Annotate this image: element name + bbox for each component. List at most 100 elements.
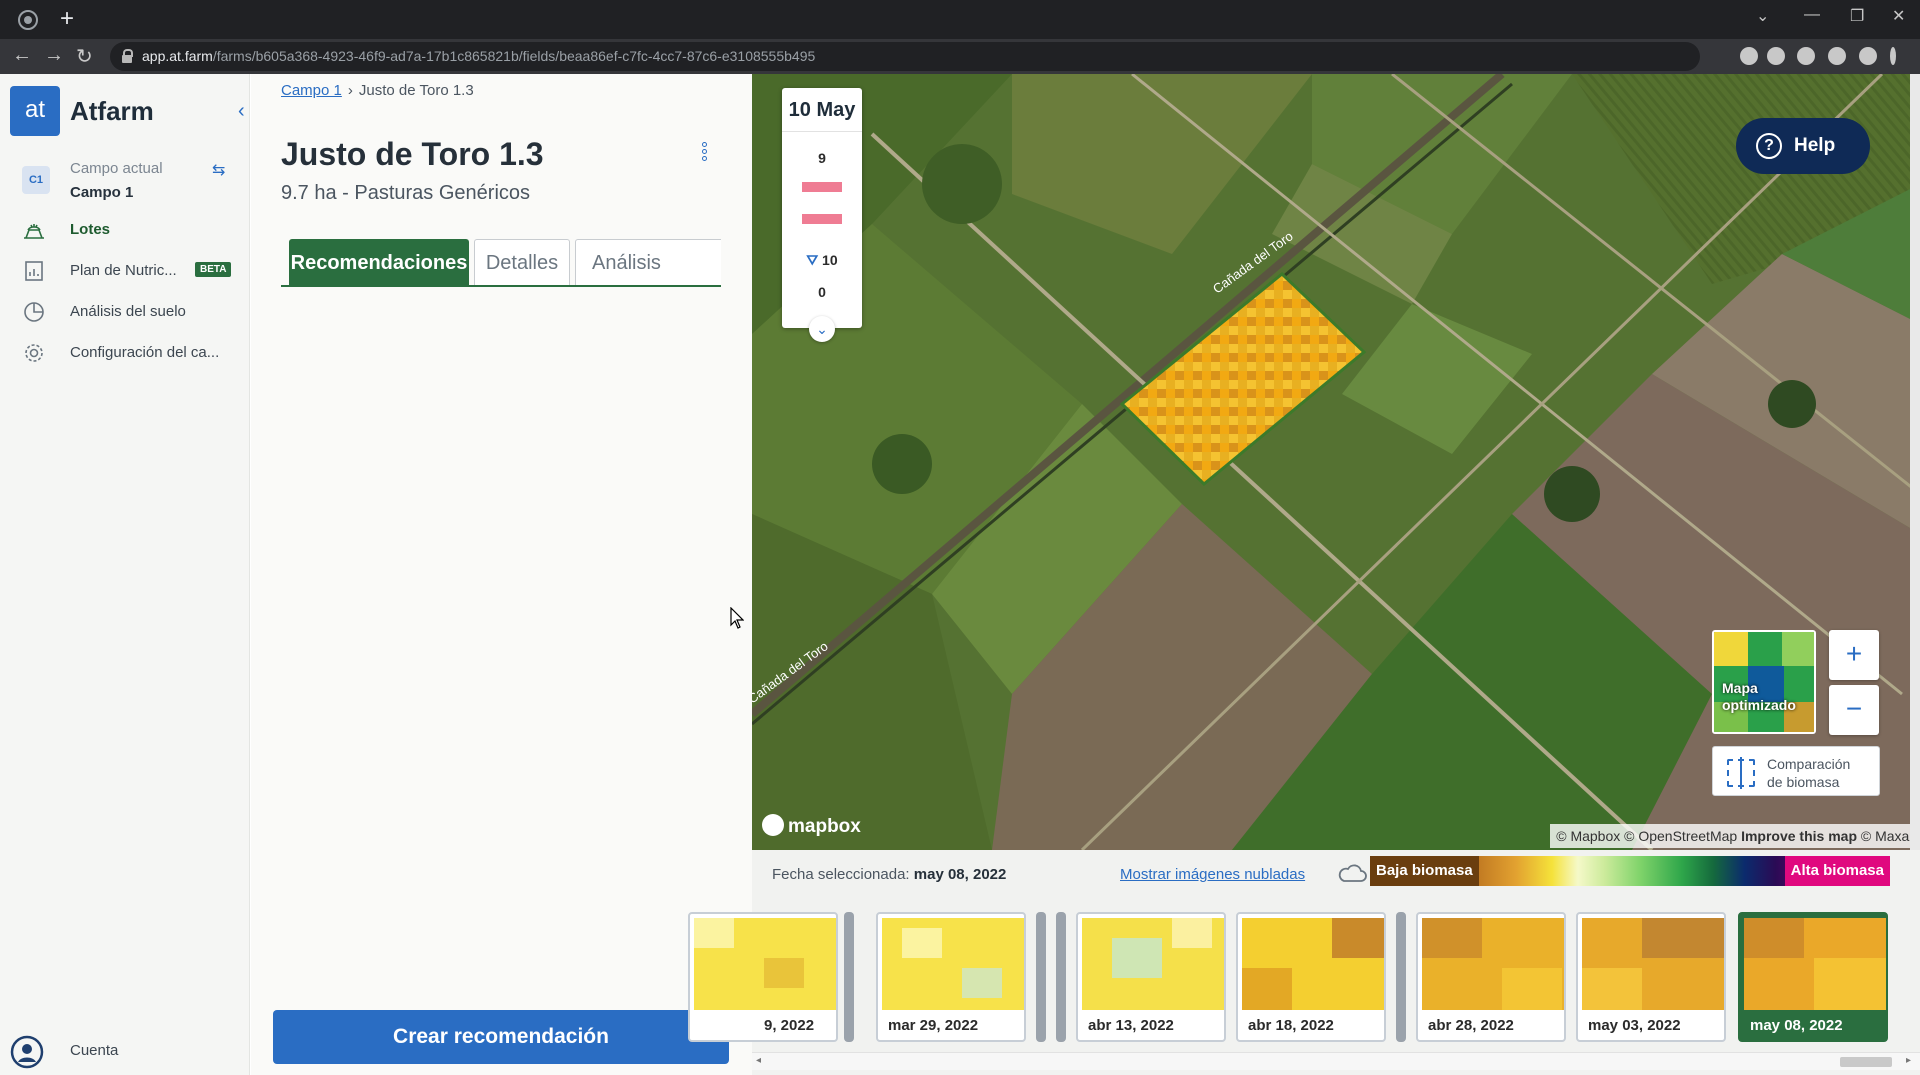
forward-icon[interactable]: → xyxy=(44,44,64,67)
sidebar-item-soil-analysis[interactable]: Análisis del suelo xyxy=(0,291,250,331)
breadcrumb: Campo 1 › Justo de Toro 1.3 xyxy=(281,82,474,99)
chart-icon xyxy=(25,261,43,281)
extension-icon[interactable] xyxy=(1740,47,1758,65)
chevron-down-icon[interactable]: ⌄ xyxy=(809,316,835,342)
field-detail-panel: Campo 1 › Justo de Toro 1.3 Justo de Toro … xyxy=(251,74,752,1075)
thumbnail-item[interactable]: 9, 2022 xyxy=(688,912,838,1042)
url-text: app.at.farm/farms/b605a368-4923-46f9-ad7… xyxy=(142,48,816,64)
switch-farm-icon[interactable]: ⇆ xyxy=(212,160,225,180)
optimized-map-toggle[interactable]: Mapa optimizado xyxy=(1712,630,1816,734)
thumbnail-item[interactable]: mar 29, 2022 xyxy=(876,912,1026,1042)
current-farm-name: Campo 1 xyxy=(70,184,134,201)
scrollbar-thumb[interactable] xyxy=(1840,1057,1892,1067)
gear-icon xyxy=(25,344,43,362)
app-logo[interactable]: at xyxy=(10,86,60,136)
zoom-out-button[interactable]: − xyxy=(1829,685,1879,735)
split-view-icon xyxy=(1727,757,1755,789)
extensions-puzzle-icon[interactable] xyxy=(1797,47,1815,65)
thumbnail-item-selected[interactable]: may 08, 2022 xyxy=(1738,912,1888,1042)
address-bar[interactable]: app.at.farm/farms/b605a368-4923-46f9-ad7… xyxy=(110,42,1700,71)
scroll-left-icon[interactable]: ◂ xyxy=(756,1055,761,1066)
ndvi-thumbnail xyxy=(882,918,1024,1010)
current-farm-label: Campo actual xyxy=(70,160,163,177)
high-biomass-label: Alta biomasa xyxy=(1784,856,1890,886)
tab-favicon-icon[interactable] xyxy=(18,10,38,30)
tab-detalles[interactable]: Detalles xyxy=(474,239,570,285)
tab-analisis[interactable]: Análisis xyxy=(575,239,721,285)
thumbnail-item[interactable]: may 03, 2022 xyxy=(1576,912,1726,1042)
biomass-comparison-label: Comparación de biomasa xyxy=(1767,756,1851,790)
help-button[interactable]: ? Help xyxy=(1736,118,1870,174)
timeline-scrollbar[interactable]: ◂ ▸ xyxy=(752,1052,1920,1070)
minimize-icon[interactable]: — xyxy=(1804,6,1820,24)
mouse-cursor-icon xyxy=(730,607,744,629)
lock-icon[interactable] xyxy=(122,49,133,63)
extension-icon[interactable] xyxy=(1767,47,1785,65)
ndvi-thumbnail xyxy=(1744,918,1886,1010)
biomass-legend: Baja biomasa Alta biomasa xyxy=(1370,856,1890,886)
imagery-thumbnails: 9, 2022 mar 29, 2022 abr 13, 2022 abr 18… xyxy=(688,912,1920,1042)
weather-date-card: 10 May 9 ⛛ 10 0 ⌄ xyxy=(782,88,862,342)
account-menu[interactable]: Cuenta xyxy=(0,1025,250,1075)
imagery-timeline: Fecha seleccionada: may 08, 2022 Mostrar… xyxy=(688,850,1920,1075)
sidebar-item-field-settings[interactable]: Configuración del ca... xyxy=(0,332,250,372)
weather-value-bottom: 0 xyxy=(818,284,826,300)
new-tab-icon[interactable]: + xyxy=(60,6,74,32)
optimized-map-label: Mapa optimizado xyxy=(1722,680,1796,713)
breadcrumb-farm-link[interactable]: Campo 1 xyxy=(281,82,342,99)
create-recommendation-button[interactable]: Crear recomendación xyxy=(273,1010,729,1064)
account-label: Cuenta xyxy=(70,1042,119,1059)
browser-tab-strip: + ⌄ — ❐ ✕ xyxy=(0,0,1920,39)
more-options-icon[interactable] xyxy=(699,142,709,166)
browser-menu-icon[interactable] xyxy=(1890,47,1896,65)
ndvi-thumbnail xyxy=(1582,918,1724,1010)
tab-search-icon[interactable]: ⌄ xyxy=(1756,6,1769,26)
field-tabs: Recomendaciones Detalles Análisis xyxy=(281,239,721,287)
weather-bar xyxy=(802,182,842,192)
close-window-icon[interactable]: ✕ xyxy=(1892,6,1905,26)
scroll-right-icon[interactable]: ▸ xyxy=(1906,1055,1911,1066)
sidebar-item-lotes[interactable]: Lotes xyxy=(0,209,250,249)
question-icon: ? xyxy=(1756,133,1782,159)
wind-value: ⛛ 10 xyxy=(806,252,838,268)
ndvi-thumbnail xyxy=(1082,918,1224,1010)
tab-recomendaciones[interactable]: Recomendaciones xyxy=(289,239,469,285)
thumbnail-item[interactable]: abr 18, 2022 xyxy=(1236,912,1386,1042)
biomass-comparison-button[interactable]: Comparación de biomasa xyxy=(1712,746,1880,796)
account-icon xyxy=(10,1035,44,1069)
page-title: Justo de Toro 1.3 xyxy=(281,136,544,172)
cloudy-gap xyxy=(844,912,854,1042)
weather-date: 10 May xyxy=(782,88,862,132)
attribution-text[interactable]: © Mapbox © OpenStreetMap xyxy=(1556,828,1737,844)
address-toolbar: ← → ↻ app.at.farm/farms/b605a368-4923-46… xyxy=(0,39,1920,74)
improve-map-link[interactable]: Improve this map xyxy=(1741,828,1857,844)
chevron-right-icon: › xyxy=(347,82,353,99)
sidebar-item-label: Lotes xyxy=(70,221,111,238)
breadcrumb-current: Justo de Toro 1.3 xyxy=(358,82,474,99)
collapse-sidebar-icon[interactable]: ‹ xyxy=(238,100,245,123)
field-subtitle: 9.7 ha - Pasturas Genéricos xyxy=(281,182,531,204)
satellite-map[interactable]: Cañada del Toro Cañada del Toro 10 May 9… xyxy=(752,74,1920,850)
wind-icon: ⛛ xyxy=(806,252,819,268)
cloudy-gap xyxy=(1396,912,1406,1042)
attribution-maxar[interactable]: © Maxar xyxy=(1861,828,1914,844)
app-name: Atfarm xyxy=(70,96,154,126)
thumbnail-item[interactable]: abr 28, 2022 xyxy=(1416,912,1566,1042)
restore-icon[interactable]: ❐ xyxy=(1850,6,1864,26)
zoom-in-button[interactable]: + xyxy=(1829,630,1879,680)
sidebar-item-nutrition-plan[interactable]: Plan de Nutric... BETA xyxy=(0,250,250,290)
left-sidebar: at Atfarm ‹ C1 Campo actual Campo 1 ⇆ Lo… xyxy=(0,74,250,1075)
map-attribution: © Mapbox © OpenStreetMap Improve this ma… xyxy=(1550,824,1920,848)
ndvi-thumbnail xyxy=(1242,918,1384,1010)
soil-analysis-icon xyxy=(24,302,44,322)
reload-icon[interactable]: ↻ xyxy=(76,44,93,69)
field-icon xyxy=(24,224,44,239)
thumbnail-item[interactable]: abr 13, 2022 xyxy=(1076,912,1226,1042)
side-panel-icon[interactable] xyxy=(1828,47,1846,65)
show-cloudy-images-link[interactable]: Mostrar imágenes nubladas xyxy=(1120,866,1305,883)
page-scrollbar[interactable] xyxy=(1910,74,1920,850)
mapbox-logo[interactable]: mapbox xyxy=(762,814,861,838)
profile-icon[interactable] xyxy=(1859,47,1877,65)
weather-bar xyxy=(802,214,842,224)
back-icon[interactable]: ← xyxy=(12,44,32,67)
